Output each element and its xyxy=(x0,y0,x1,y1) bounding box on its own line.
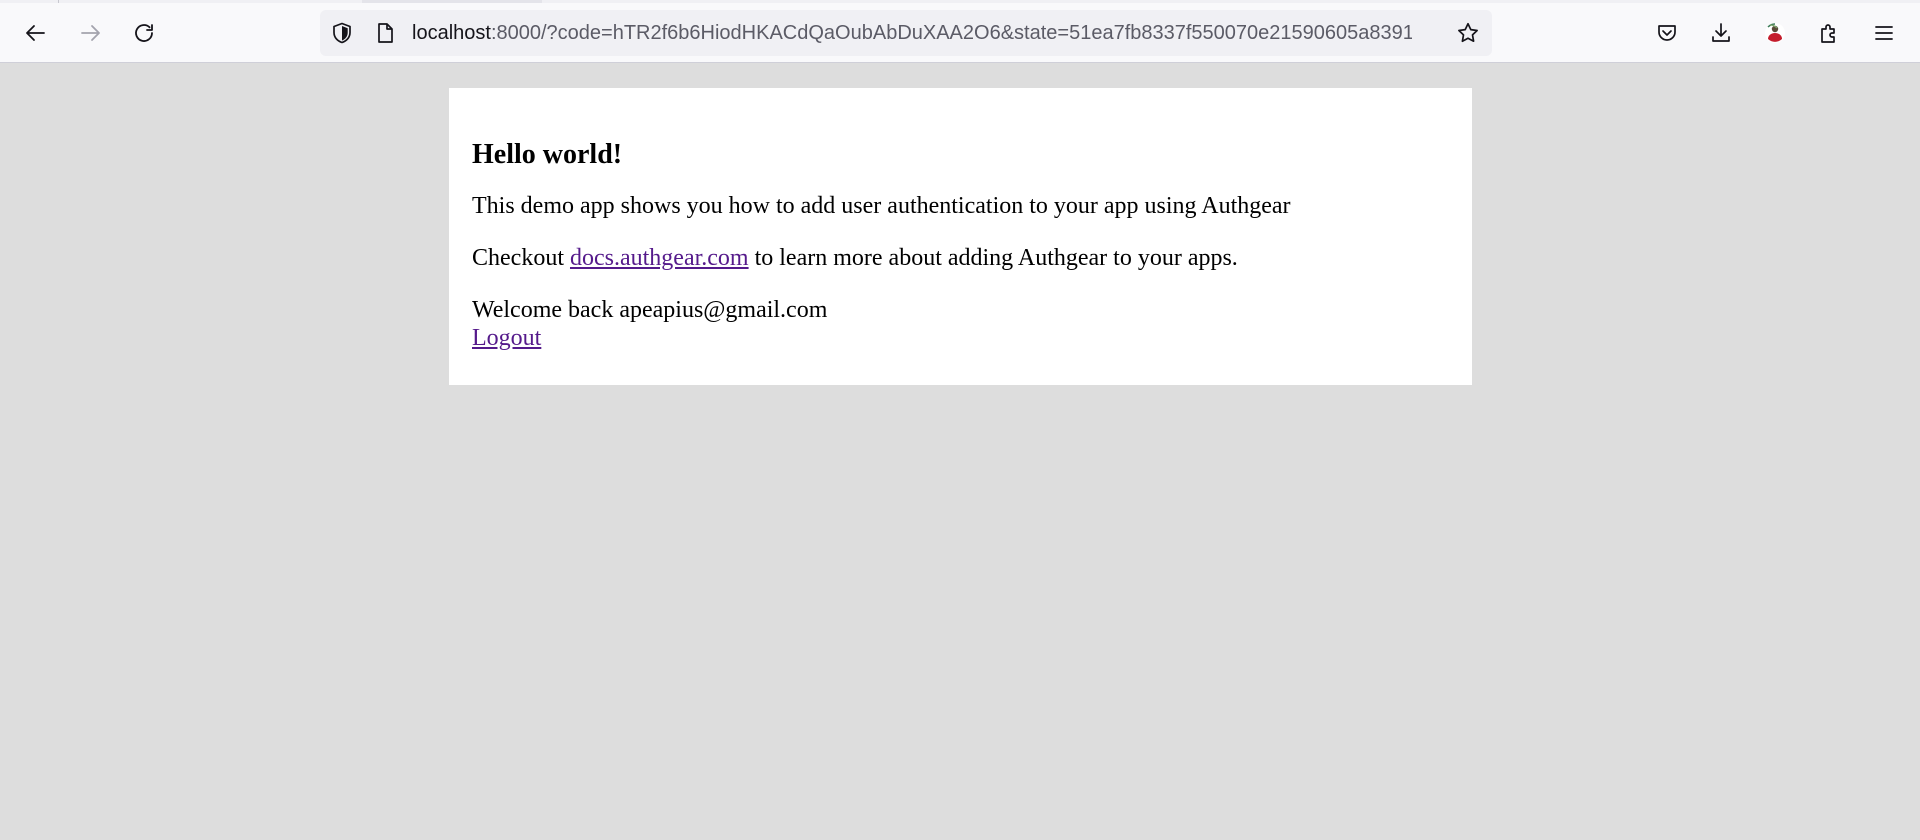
checkout-text: Checkout docs.authgear.com to learn more… xyxy=(472,244,1449,272)
checkout-prefix: Checkout xyxy=(472,245,570,271)
page-title: Hello world! xyxy=(472,139,623,170)
extensions-icon xyxy=(1821,24,1835,43)
bookmark-button[interactable] xyxy=(1456,21,1480,45)
reload-icon xyxy=(135,24,153,42)
back-icon xyxy=(26,25,45,41)
profile-button[interactable] xyxy=(1753,13,1797,53)
tab-strip-edge xyxy=(0,0,1920,3)
url-host: localhost xyxy=(412,22,491,44)
address-bar[interactable]: localhost:8000/?code=hTR2f6b6HiodHKACdQa… xyxy=(320,10,1492,56)
page-icon xyxy=(378,23,393,43)
back-button[interactable] xyxy=(14,13,58,53)
docs-link[interactable]: docs.authgear.com xyxy=(570,245,749,271)
pocket-button[interactable] xyxy=(1645,13,1689,53)
profile-icon xyxy=(1765,23,1785,43)
download-icon xyxy=(1712,23,1730,42)
url-path: :8000/?code=hTR2f6b6HiodHKACdQaOubAbDuXA… xyxy=(490,22,1412,44)
menu-icon xyxy=(1875,26,1893,40)
logout-link[interactable]: Logout xyxy=(472,325,541,351)
forward-button[interactable] xyxy=(68,13,112,53)
downloads-button[interactable] xyxy=(1699,13,1743,53)
reload-button[interactable] xyxy=(122,13,166,53)
forward-icon xyxy=(81,25,100,41)
intro-text: This demo app shows you how to add user … xyxy=(472,193,1291,219)
pocket-icon xyxy=(1658,25,1676,41)
active-tab-edge xyxy=(362,0,542,3)
tracking-protection-button[interactable] xyxy=(330,21,354,45)
url-text[interactable]: localhost:8000/?code=hTR2f6b6HiodHKACdQa… xyxy=(412,10,1412,56)
extensions-button[interactable] xyxy=(1807,13,1851,53)
browser-toolbar: localhost:8000/?code=hTR2f6b6HiodHKACdQa… xyxy=(0,0,1920,63)
welcome-text: Welcome back apeapius@gmail.com xyxy=(472,297,828,323)
site-info-button[interactable] xyxy=(373,21,397,45)
tab-divider xyxy=(58,0,59,3)
star-icon xyxy=(1458,22,1478,43)
app-menu-button[interactable] xyxy=(1862,13,1906,53)
checkout-suffix: to learn more about adding Authgear to y… xyxy=(748,245,1238,271)
content-card: Hello world! This demo app shows you how… xyxy=(449,88,1472,385)
shield-icon xyxy=(333,22,351,44)
